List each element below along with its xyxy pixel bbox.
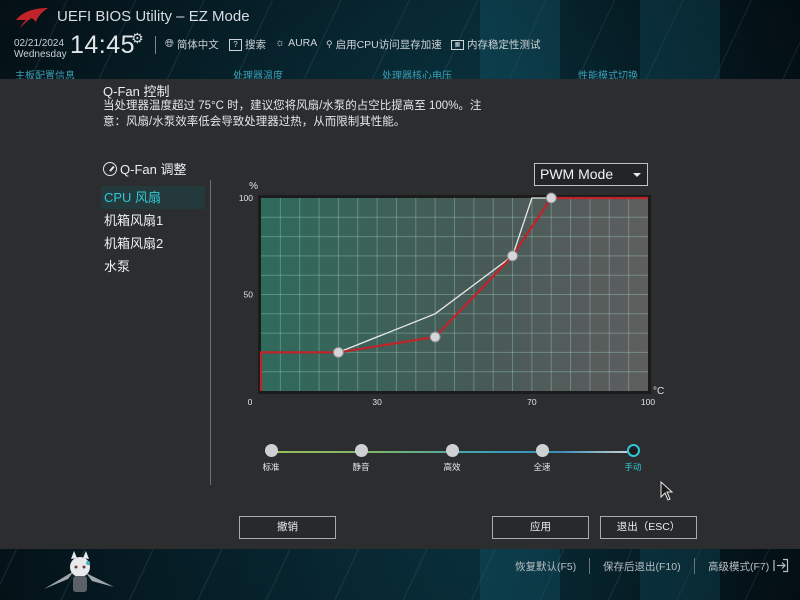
resizable-bar-button[interactable]: ⚲ 启用CPU访问显存加速 (326, 37, 442, 52)
exit-button[interactable]: 退出（ESC） (600, 516, 697, 539)
advanced-mode-icon[interactable] (773, 558, 789, 573)
apply-button[interactable]: 应用 (492, 516, 589, 539)
footer-bar: 恢复默认(F5) 保存后退出(F10) 高级模式(F7) (0, 549, 800, 600)
preset-label: 全速 (533, 462, 551, 472)
background-tab: 主板配置信息 (15, 71, 75, 79)
time-display: 14:45 (70, 31, 136, 59)
fan-item-chassis-1[interactable]: 机箱风扇1 (101, 209, 205, 232)
y-axis-label: % (249, 181, 258, 192)
footer-divider (694, 558, 695, 574)
preset-label: 标准 (262, 462, 280, 472)
preset-silent[interactable]: 静音 (336, 444, 386, 473)
dialog-description: 当处理器温度超过 75°C 时，建议您将风扇/水泵的占空比提高至 100%。注意… (103, 100, 482, 128)
memtest-icon: ▦ (451, 39, 464, 50)
preset-label: 高效 (443, 462, 461, 472)
preset-knob (445, 444, 459, 457)
gauge-icon (103, 161, 117, 176)
plot-area (261, 198, 648, 391)
chevron-down-icon (633, 173, 641, 177)
resizable-bar-label: 启用CPU访问显存加速 (335, 39, 442, 51)
fan-curve-chart: 0 30 70 100 50 100% °C (239, 181, 664, 407)
preset-label: 静音 (352, 462, 370, 472)
date-text: 02/21/2024 (14, 38, 65, 49)
qfan-tuning-title: Q-Fan 调整 (103, 159, 186, 178)
gear-icon[interactable]: ⚙ (131, 31, 144, 47)
curve-control-point[interactable] (507, 250, 519, 262)
memtest-label: 内存稳定性测试 (467, 39, 541, 51)
plot-frame (258, 195, 651, 394)
y-tick-label: 100 (239, 193, 253, 203)
load-defaults-button[interactable]: 恢复默认(F5) (515, 559, 576, 574)
x-tick-label: 0 (248, 397, 253, 407)
preset-knob (535, 444, 549, 457)
preset-knob (626, 444, 640, 457)
background-tab-strip: 主板配置信息 处理器温度 处理器核心电压 性能模式切换 (0, 65, 800, 79)
background-tab: 性能模式切换 (578, 71, 638, 79)
advanced-mode-button[interactable]: 高级模式(F7) (708, 559, 769, 574)
preset-performance[interactable]: 高效 (427, 444, 477, 473)
fan-item-pump[interactable]: 水泵 (101, 255, 205, 278)
rog-logo-icon (16, 8, 48, 28)
language-label: 简体中文 (176, 39, 219, 51)
header-divider (155, 36, 156, 54)
x-tick-label: 100 (641, 397, 655, 407)
globe-icon: 🌐︎ (165, 38, 174, 50)
curve-control-point[interactable] (545, 192, 557, 204)
list-divider (210, 180, 211, 485)
qfan-tuning-label: Q-Fan 调整 (120, 162, 187, 177)
resizable-bar-icon: ⚲ (326, 39, 333, 49)
preset-full-speed[interactable]: 全速 (517, 444, 567, 473)
mouse-cursor-icon (660, 481, 674, 501)
aura-icon: ☼ (275, 37, 286, 49)
language-button[interactable]: 🌐︎ 简体中文 (165, 37, 219, 52)
mode-select-value: PWM Mode (540, 166, 614, 182)
preset-standard[interactable]: 标准 (246, 444, 296, 473)
preset-label: 手动 (624, 462, 642, 472)
mascot-image (44, 551, 114, 592)
fan-list: CPU 风扇 机箱风扇1 机箱风扇2 水泵 (101, 186, 205, 278)
fan-item-chassis-2[interactable]: 机箱风扇2 (101, 232, 205, 255)
aura-button[interactable]: ☼ AURA (275, 37, 317, 49)
search-label: 搜索 (245, 39, 266, 51)
preset-manual[interactable]: 手动 (608, 444, 658, 473)
mode-select[interactable]: PWM Mode (534, 163, 648, 186)
y-tick-label: 50 (244, 290, 254, 300)
fan-curve-line (259, 196, 648, 391)
memtest-button[interactable]: ▦ 内存稳定性测试 (451, 37, 541, 52)
curve-control-point[interactable] (429, 331, 441, 343)
x-tick-label: 70 (527, 397, 537, 407)
date-display: 02/21/2024 Wednesday (14, 38, 67, 60)
x-axis-label: °C (653, 386, 664, 397)
preset-knob (264, 444, 278, 457)
search-button[interactable]: ? 搜索 (229, 37, 266, 52)
fan-item-cpu[interactable]: CPU 风扇 (101, 186, 205, 209)
reference-curve-line (338, 197, 552, 354)
qfan-control-dialog: Q-Fan 控制 当处理器温度超过 75°C 时，建议您将风扇/水泵的占空比提高… (0, 79, 800, 549)
preset-knob (354, 444, 368, 457)
background-tab: 处理器核心电压 (382, 71, 452, 79)
top-header: UEFI BIOS Utility – EZ Mode 02/21/2024 W… (0, 0, 800, 65)
aura-label: AURA (288, 37, 318, 49)
background-tab: 处理器温度 (233, 71, 283, 79)
search-help-icon: ? (229, 38, 242, 51)
app-title: UEFI BIOS Utility – EZ Mode (57, 8, 250, 25)
curve-control-point[interactable] (332, 346, 344, 358)
weekday-text: Wednesday (14, 49, 67, 60)
x-tick-label: 30 (372, 397, 382, 407)
save-exit-button[interactable]: 保存后退出(F10) (603, 559, 681, 574)
footer-divider (589, 558, 590, 574)
undo-button[interactable]: 撤销 (239, 516, 336, 539)
